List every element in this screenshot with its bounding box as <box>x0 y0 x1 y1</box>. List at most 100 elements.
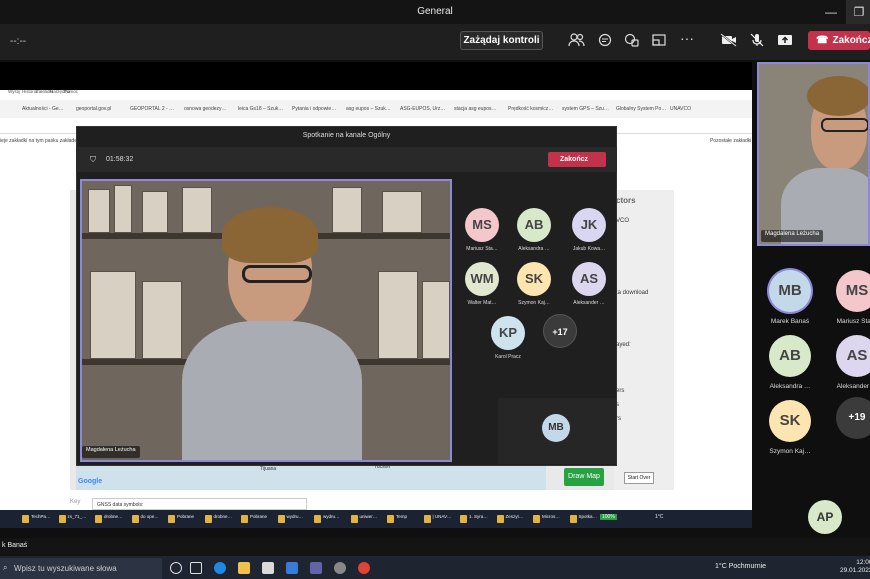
inner-participant-tile[interactable]: KP Karol Pracz <box>478 316 538 360</box>
speaker-name: Magdalena Leżucha <box>761 230 824 242</box>
more-participants[interactable]: +19 <box>822 397 870 439</box>
edge-icon[interactable] <box>214 562 226 574</box>
store-icon[interactable] <box>262 562 274 574</box>
inner-speaker-name: Magdalena Leżucha <box>82 446 140 458</box>
shared-taskbar-item: wydru… <box>276 514 303 525</box>
inner-end-call-button[interactable]: Zakończ <box>548 152 606 167</box>
page-right-label: ayed: <box>616 342 631 348</box>
shared-taskbar-item: Pobrane <box>166 514 194 525</box>
participant-avatar: MS <box>836 270 870 312</box>
more-options-icon[interactable]: ··· <box>680 30 694 46</box>
participant-tile[interactable]: AS Aleksander … <box>822 335 870 390</box>
camera-off-icon[interactable] <box>720 33 738 47</box>
page-right-panel: ctors VCO ta download ayed: ers s rs <box>614 190 674 490</box>
speaker-glasses-right <box>821 118 868 132</box>
browser-tab[interactable]: UNAVCO <box>670 106 691 112</box>
shared-taskbar-item: Zeszyt… <box>495 514 523 525</box>
widgets-icon[interactable] <box>190 562 202 574</box>
browser-tab[interactable]: asg eupos – Szuk… <box>346 106 391 112</box>
explorer-icon[interactable] <box>238 562 250 574</box>
participant-name: Aleksandra … <box>769 383 811 390</box>
clock-date: 29.01.2022 <box>840 567 870 574</box>
browser-tab[interactable]: stacja asg eupos… <box>454 106 497 112</box>
inner-participant-tile[interactable]: JK Jakub Kowa… <box>559 208 619 252</box>
browser-tab[interactable]: leica Gs18 – Szuk… <box>238 106 283 112</box>
rooms-icon[interactable] <box>650 33 668 47</box>
browser-tab[interactable]: system GPS – Szu… <box>562 106 609 112</box>
participant-avatar: KP <box>491 316 525 350</box>
browser-tab[interactable]: Globalny System Po… <box>616 106 666 112</box>
participant-avatar: AS <box>572 262 606 296</box>
google-logo: Google <box>78 478 103 485</box>
participant-avatar: AS <box>836 335 870 377</box>
reactions-icon[interactable] <box>622 33 640 47</box>
taskbar-search[interactable]: ⌕ Wpisz tu wyszukiwane słowa <box>0 558 162 579</box>
share-screen-icon[interactable] <box>776 33 794 47</box>
page-right-label: ers <box>616 388 625 394</box>
browser-menu-item[interactable]: Historia <box>22 89 37 94</box>
teams-icon[interactable] <box>310 562 322 574</box>
shared-taskbar-item: drobne… <box>93 514 123 525</box>
browser-tab[interactable]: Aktualności - Ge… <box>22 106 64 112</box>
participant-avatar: JK <box>572 208 606 242</box>
participant-avatar: SK <box>517 262 551 296</box>
participant-tile[interactable]: SK Szymon Kaj… <box>755 400 825 455</box>
participant-avatar: SK <box>769 400 811 442</box>
shared-taskbar-item: drobne… <box>203 514 232 525</box>
browser-tab[interactable]: osnowa geodezy… <box>184 106 227 112</box>
shared-taskbar: TechPa… zs_71_… drobne… do ope… Pobrane drobn… <box>0 510 752 528</box>
taskbar-clock[interactable]: 12:00 29.01.2022 <box>840 559 870 575</box>
inner-participant-tile[interactable]: AS Aleksander … <box>559 262 619 306</box>
inner-meeting-title: Spotkanie na kanale Ogólny <box>302 132 391 139</box>
browser-tab[interactable]: Prędkość kosmicz… <box>508 106 553 112</box>
browser-menu-item[interactable]: Pomoc <box>64 89 78 94</box>
participant-avatar: AB <box>517 208 551 242</box>
mic-off-icon[interactable] <box>748 33 766 47</box>
inner-participant-tile[interactable]: WM Walter Mat… <box>452 262 512 306</box>
self-avatar: AP <box>790 500 860 534</box>
participant-tile[interactable]: MB Marek Banaś <box>755 270 825 325</box>
people-icon[interactable] <box>568 33 586 47</box>
other-bookmarks[interactable]: Pozostałe zakładki <box>710 138 751 144</box>
chat-icon[interactable] <box>596 33 614 47</box>
mail-icon[interactable] <box>286 562 298 574</box>
shared-taskbar-item: Pobrane <box>239 514 267 525</box>
participant-name: Jakub Kowa… <box>572 246 606 252</box>
chrome-icon[interactable] <box>358 562 370 574</box>
browser-tab[interactable]: GEOPORTAL 2 - … <box>130 106 174 112</box>
inner-participant-tile[interactable]: SK Szymon Kaj… <box>504 262 564 306</box>
maximize-icon[interactable]: ❐ <box>846 0 870 24</box>
participant-tile[interactable]: AB Aleksandra … <box>755 335 825 390</box>
inner-toolbar <box>76 147 617 172</box>
end-call-button[interactable]: ☎ Zakończ <box>808 31 870 50</box>
app-icon[interactable] <box>334 562 346 574</box>
weather-widget[interactable]: 1°C Pochmurnie <box>715 563 766 570</box>
inner-meeting-timer: 01:58:32 <box>106 156 134 163</box>
speaker-sweater <box>182 321 362 460</box>
request-control-button[interactable]: Zażądaj kontroli <box>460 31 543 50</box>
browser-menu-bar: Wyślij Historia Zakładki Narzędzia Pomoc <box>0 89 200 97</box>
shared-taskbar-item: Micros… <box>531 514 560 525</box>
inner-participant-tile[interactable]: MS Mariusz Sta… <box>452 208 512 252</box>
participant-avatar: WM <box>465 262 499 296</box>
participant-name: Szymon Kaj… <box>518 300 550 306</box>
participant-tile[interactable]: MS Mariusz Sta… <box>822 270 870 325</box>
phone-hangup-icon: ☎ <box>816 35 829 46</box>
browser-menu-item[interactable]: Wyślij <box>8 89 20 94</box>
inner-participant-tile[interactable]: AB Aleksandra … <box>504 208 564 252</box>
browser-tab[interactable]: ASG-EUPOS, Urz… <box>400 106 445 112</box>
start-over-button[interactable]: Start Over <box>624 472 654 484</box>
speaker-video <box>757 62 870 246</box>
speaker-hair <box>222 207 318 263</box>
key-label: Key <box>70 499 81 505</box>
task-view-icon[interactable] <box>170 562 182 574</box>
gnss-symbols-label: GNSS data symbols: <box>92 498 307 510</box>
draw-map-button[interactable]: Draw Map <box>564 468 604 486</box>
map-strip: Tijuana Tucson Google <box>76 462 546 490</box>
inner-more-participants[interactable]: +17 <box>530 314 590 348</box>
shared-taskbar-item: TechPa… <box>20 514 51 525</box>
minimize-icon[interactable]: — <box>818 0 844 24</box>
browser-tab[interactable]: Pytania i odpowie… <box>292 106 336 112</box>
browser-tab[interactable]: geoportal.gov.pl <box>76 106 111 112</box>
shared-taskbar-item: Spotka… <box>568 514 597 525</box>
